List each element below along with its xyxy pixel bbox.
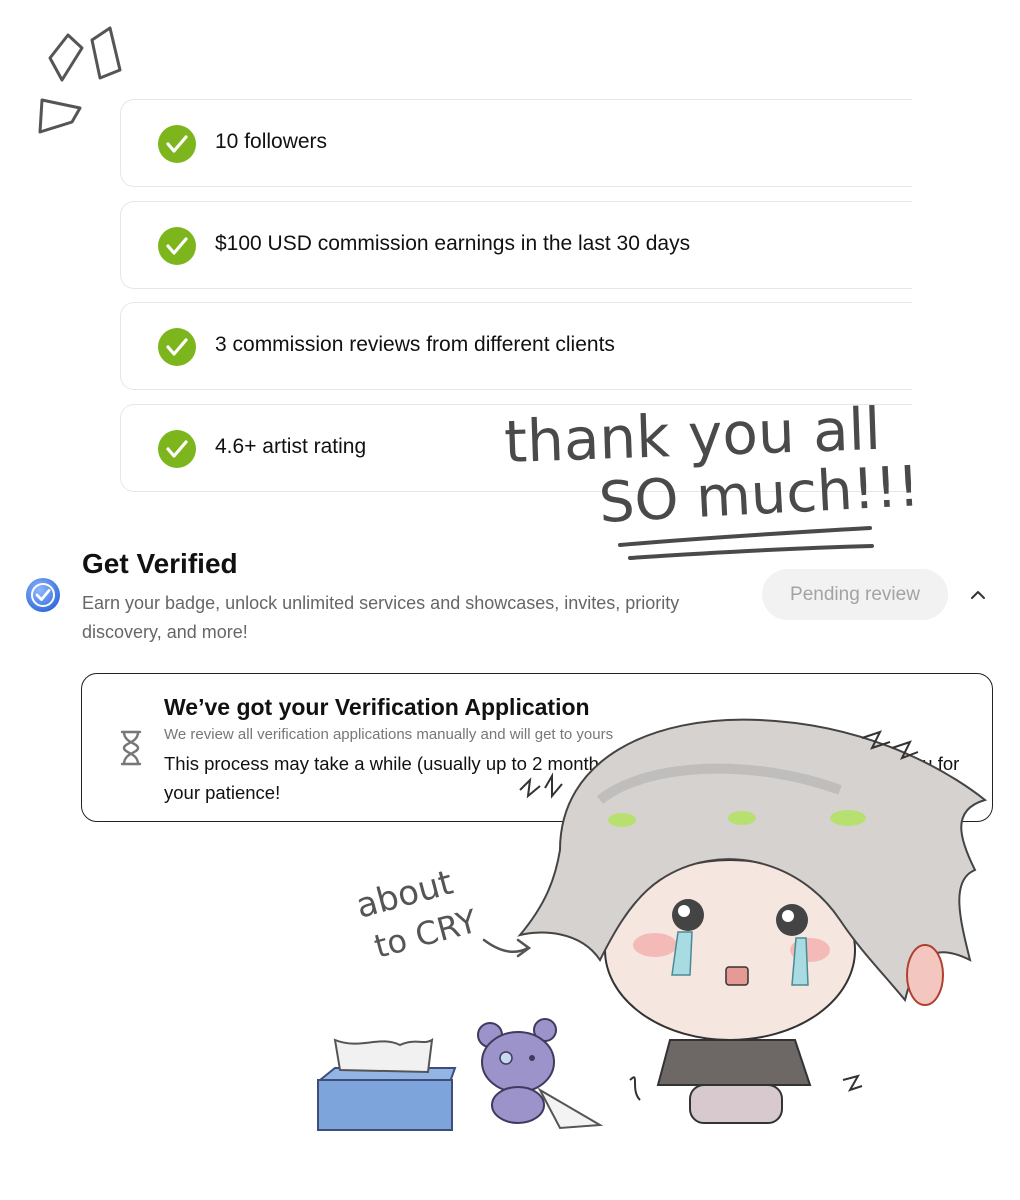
doodle-overlay: thank you all SO much!!! about to CRY [38,26,988,1131]
teddy-bear-illustration [477,1018,604,1130]
tissue-box-illustration [317,1037,457,1131]
arrow-stroke [482,938,532,958]
crying-character-illustration [517,718,988,1124]
sparkle-marks [38,26,122,134]
